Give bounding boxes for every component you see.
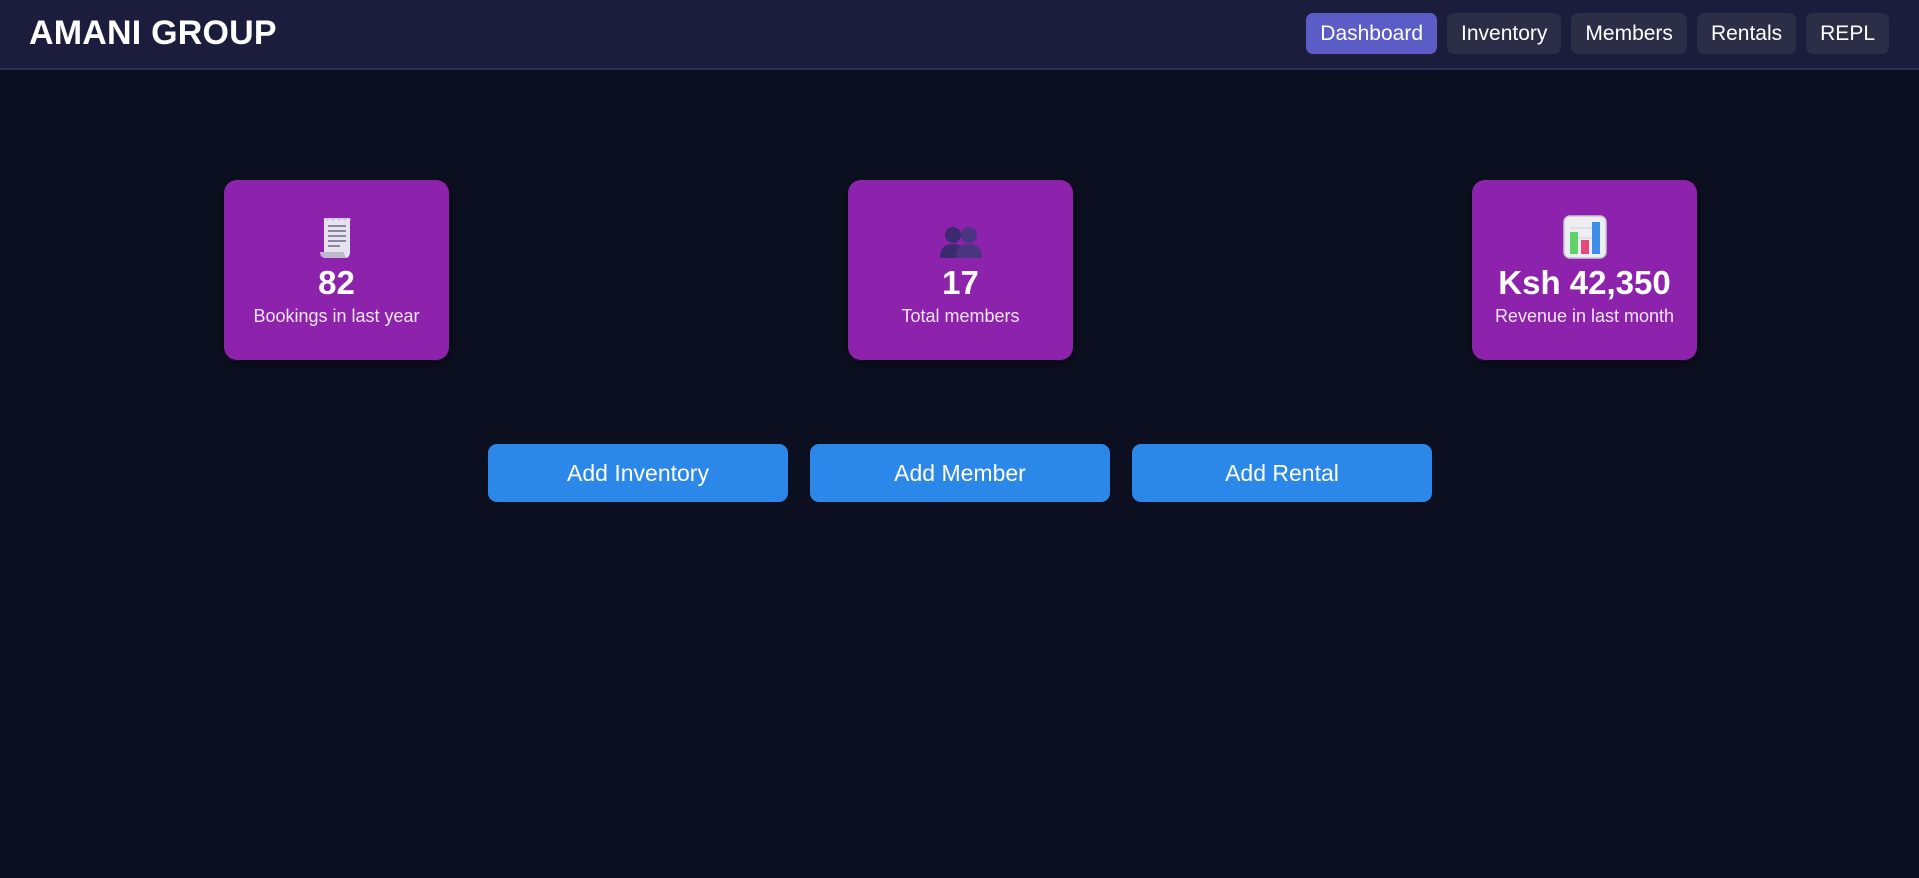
add-rental-button[interactable]: Add Rental (1132, 444, 1432, 502)
revenue-value: Ksh 42,350 (1498, 264, 1671, 301)
bar-chart-icon (1472, 214, 1697, 260)
nav-dashboard[interactable]: Dashboard (1306, 13, 1438, 54)
members-value: 17 (942, 264, 979, 301)
add-inventory-button[interactable]: Add Inventory (488, 444, 788, 502)
bookings-value: 82 (318, 264, 355, 301)
quick-actions: Add Inventory Add Member Add Rental (488, 444, 1432, 502)
brand-title: AMANI GROUP (29, 14, 277, 52)
members-icon (848, 214, 1073, 260)
nav-inventory[interactable]: Inventory (1447, 13, 1562, 54)
nav-repl[interactable]: REPL (1806, 13, 1889, 54)
revenue-label: Revenue in last month (1494, 306, 1675, 326)
add-member-button[interactable]: Add Member (810, 444, 1110, 502)
bookings-label: Bookings in last year (253, 306, 420, 326)
stat-card-revenue: Ksh 42,350 Revenue in last month (1472, 180, 1697, 360)
stat-card-bookings: 82 Bookings in last year (224, 180, 449, 360)
nav-rentals[interactable]: Rentals (1696, 13, 1797, 54)
stat-card-members: 17 Total members (848, 180, 1073, 360)
receipt-icon (224, 214, 449, 260)
main-nav: Dashboard Inventory Members Rentals REPL (1306, 13, 1889, 54)
members-label: Total members (901, 306, 1020, 326)
top-bar: AMANI GROUP Dashboard Inventory Members … (0, 0, 1919, 70)
nav-members[interactable]: Members (1571, 13, 1687, 54)
